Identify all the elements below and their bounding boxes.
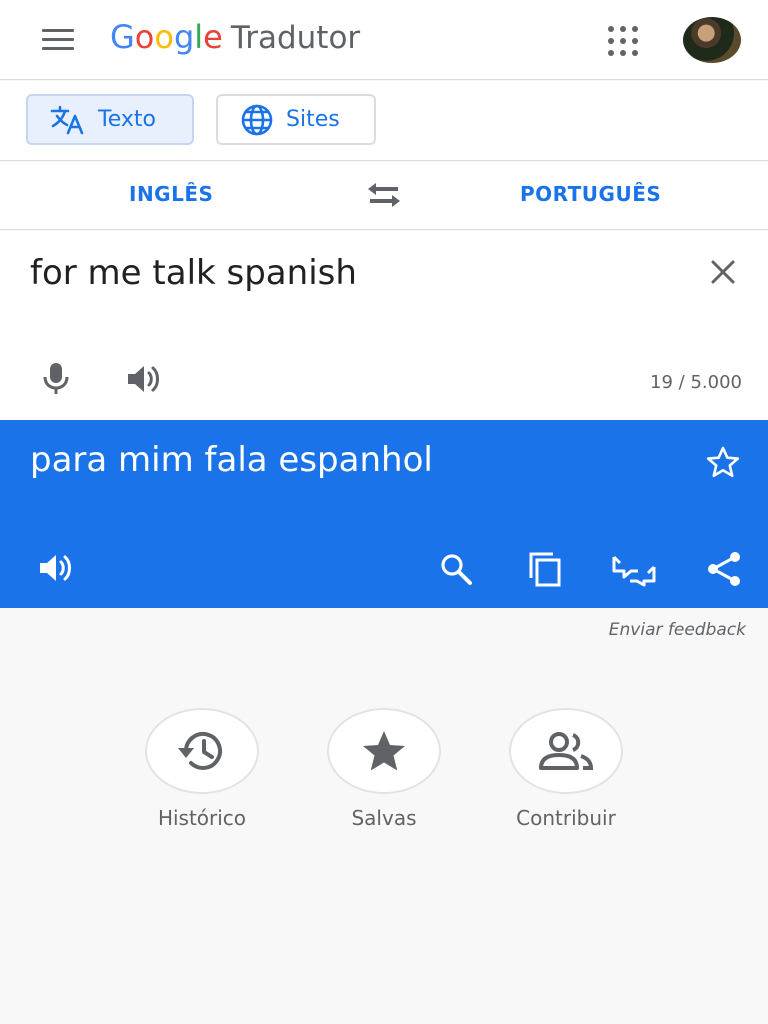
history-icon bbox=[178, 731, 222, 770]
contribute-label: Contribuir bbox=[516, 806, 616, 830]
contribute-button[interactable]: Contribuir bbox=[501, 708, 631, 830]
copy-icon[interactable] bbox=[522, 548, 566, 590]
target-language-button[interactable]: PORTUGUÊS bbox=[520, 182, 661, 206]
star-save-icon[interactable] bbox=[702, 442, 744, 482]
logo-letter: e bbox=[203, 18, 223, 56]
sites-mode-label: Sites bbox=[286, 107, 340, 132]
text-mode-button[interactable]: Texto bbox=[26, 94, 194, 145]
source-language-button[interactable]: INGLÊS bbox=[129, 182, 213, 206]
character-counter: 19 / 5.000 bbox=[650, 372, 742, 393]
history-label: Histórico bbox=[157, 806, 247, 830]
source-text-input[interactable]: for me talk spanish bbox=[30, 253, 357, 293]
google-wordmark: Google bbox=[110, 18, 223, 56]
app-header: Google Tradutor bbox=[0, 0, 768, 80]
people-icon bbox=[539, 732, 594, 770]
alternate-translations-icon[interactable] bbox=[608, 548, 660, 590]
globe-icon bbox=[241, 104, 273, 135]
star-icon bbox=[363, 731, 405, 771]
history-button[interactable]: Histórico bbox=[137, 708, 267, 830]
hamburger-menu-icon[interactable] bbox=[38, 26, 82, 54]
apps-grid-icon[interactable] bbox=[604, 22, 642, 60]
account-avatar[interactable] bbox=[683, 17, 741, 63]
translation-speaker-icon[interactable] bbox=[34, 548, 78, 588]
google-translate-logo: Google Tradutor bbox=[110, 18, 360, 62]
history-circle[interactable] bbox=[145, 708, 259, 794]
send-feedback-link[interactable]: Enviar feedback bbox=[609, 620, 746, 640]
logo-letter: g bbox=[173, 18, 195, 56]
speaker-icon[interactable] bbox=[122, 359, 166, 399]
logo-letter: o bbox=[134, 18, 155, 56]
source-input-area[interactable]: for me talk spanish 19 / 5.000 bbox=[0, 231, 768, 420]
microphone-icon[interactable] bbox=[36, 359, 76, 399]
swap-languages-icon[interactable] bbox=[364, 178, 404, 214]
sites-mode-button[interactable]: Sites bbox=[216, 94, 376, 145]
translated-text: para mim fala espanhol bbox=[30, 440, 433, 480]
logo-letter: G bbox=[110, 18, 135, 56]
text-mode-label: Texto bbox=[98, 107, 156, 132]
translate-icon bbox=[50, 105, 84, 134]
logo-letter: l bbox=[194, 18, 204, 56]
logo-letter: o bbox=[154, 18, 174, 56]
contribute-circle[interactable] bbox=[509, 708, 623, 794]
clear-text-icon[interactable] bbox=[704, 253, 742, 291]
saved-label: Salvas bbox=[351, 806, 417, 830]
translation-output-area: para mim fala espanhol bbox=[0, 420, 768, 608]
language-bar: INGLÊS PORTUGUÊS bbox=[0, 162, 768, 230]
saved-circle[interactable] bbox=[327, 708, 441, 794]
search-icon[interactable] bbox=[434, 548, 478, 590]
mode-bar: Texto Sites bbox=[0, 81, 768, 161]
share-icon[interactable] bbox=[702, 548, 746, 590]
product-name: Tradutor bbox=[230, 20, 361, 56]
saved-button[interactable]: Salvas bbox=[319, 708, 449, 830]
